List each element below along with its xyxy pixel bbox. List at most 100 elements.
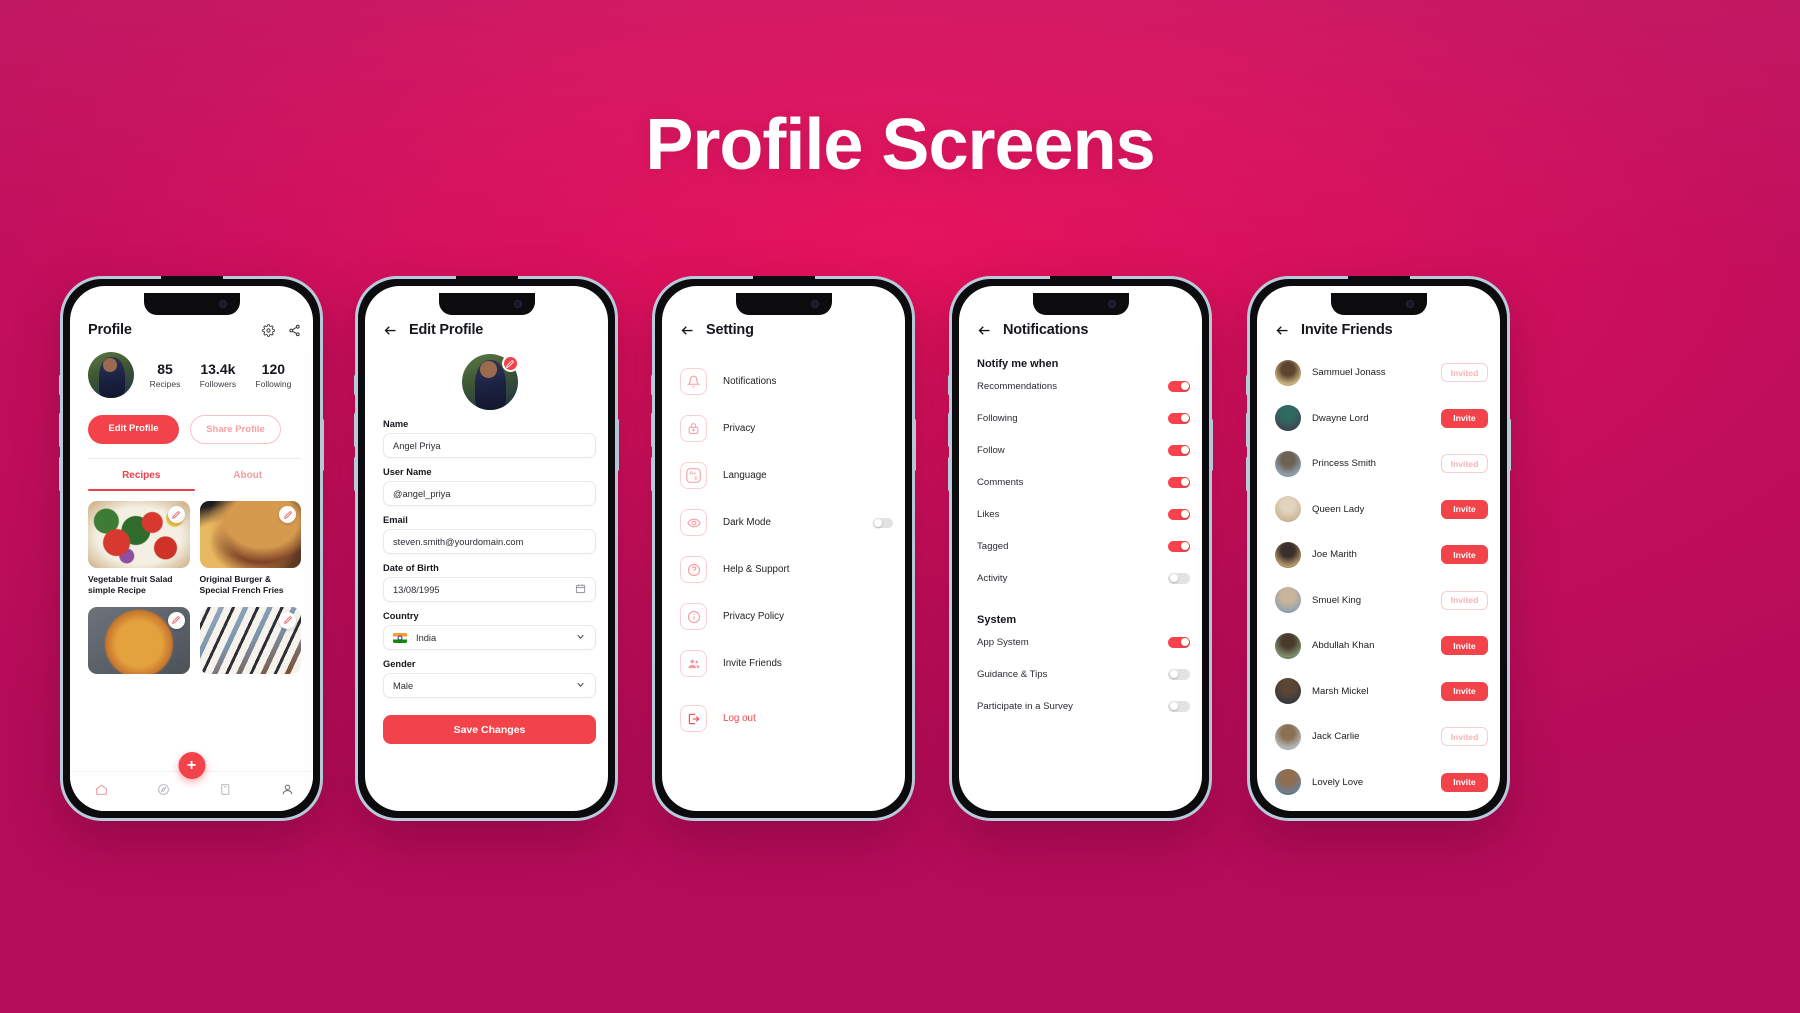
invite-button[interactable]: Invited bbox=[1441, 363, 1488, 383]
avatar bbox=[1275, 450, 1301, 477]
phone-screen-edit-profile: Edit Profile Name Angel Priya User Name … bbox=[365, 286, 608, 811]
tab-about[interactable]: About bbox=[195, 459, 302, 489]
share-icon[interactable] bbox=[288, 324, 301, 337]
stat-followers[interactable]: 13.4k Followers bbox=[200, 361, 236, 389]
avatar bbox=[1275, 723, 1301, 750]
toggle-knob bbox=[1180, 542, 1189, 550]
calendar-icon[interactable] bbox=[575, 583, 586, 596]
edit-profile-button[interactable]: Edit Profile bbox=[88, 415, 179, 444]
setting-item-privacy-policy[interactable]: Privacy Policy bbox=[680, 593, 893, 640]
invite-button[interactable]: Invited bbox=[1441, 454, 1488, 474]
stat-value: 85 bbox=[157, 361, 173, 377]
setting-label: Privacy bbox=[723, 423, 756, 434]
stat-following[interactable]: 120 Following bbox=[255, 361, 291, 389]
dob-field[interactable]: 13/08/1995 bbox=[383, 577, 596, 602]
volume-up-button bbox=[59, 413, 62, 447]
notch bbox=[1330, 293, 1427, 315]
gender-select[interactable]: Male bbox=[383, 673, 596, 698]
add-recipe-button[interactable]: + bbox=[178, 752, 205, 779]
email-field[interactable]: steven.smith@yourdomain.com bbox=[383, 529, 596, 554]
back-arrow-icon[interactable] bbox=[977, 323, 992, 338]
compass-icon[interactable] bbox=[157, 783, 170, 801]
survey-toggle[interactable] bbox=[1168, 700, 1190, 712]
volume-down-button bbox=[948, 457, 951, 491]
share-profile-button[interactable]: Share Profile bbox=[190, 415, 281, 444]
invite-button[interactable]: Invite bbox=[1441, 499, 1488, 519]
page-title-profile: Profile bbox=[88, 322, 132, 338]
recipe-card[interactable]: Original Burger & Special French Fries bbox=[199, 501, 301, 597]
notch bbox=[1032, 293, 1129, 315]
name-field[interactable]: Angel Priya bbox=[383, 433, 596, 458]
recipe-card[interactable] bbox=[199, 606, 301, 674]
back-arrow-icon[interactable] bbox=[1275, 323, 1290, 338]
invite-button[interactable]: Invite bbox=[1441, 408, 1488, 428]
setting-item-dark-mode[interactable]: Dark Mode bbox=[680, 499, 893, 546]
phone-top-bump bbox=[1049, 276, 1112, 283]
setting-item-invite-friends[interactable]: Invite Friends bbox=[680, 640, 893, 687]
friend-row: Lovely Love Invite bbox=[1275, 760, 1488, 806]
country-select[interactable]: India bbox=[383, 625, 596, 650]
invite-button[interactable]: Invited bbox=[1441, 727, 1488, 747]
following-toggle[interactable] bbox=[1168, 412, 1190, 424]
question-icon bbox=[680, 556, 707, 583]
name-value: Angel Priya bbox=[393, 440, 441, 451]
setting-item-logout[interactable]: Log out bbox=[680, 695, 893, 742]
back-arrow-icon[interactable] bbox=[680, 323, 695, 338]
edit-icon[interactable] bbox=[279, 611, 296, 629]
invite-button[interactable]: Invite bbox=[1441, 681, 1488, 701]
front-camera-icon bbox=[810, 300, 819, 308]
book-icon[interactable] bbox=[219, 783, 232, 801]
tab-recipes[interactable]: Recipes bbox=[88, 459, 195, 489]
home-icon[interactable] bbox=[95, 783, 108, 801]
edit-avatar-icon[interactable] bbox=[501, 355, 519, 372]
chevron-down-icon[interactable] bbox=[575, 631, 586, 644]
setting-item-privacy[interactable]: Privacy bbox=[680, 405, 893, 452]
recommendations-toggle[interactable] bbox=[1168, 380, 1190, 392]
username-field[interactable]: @angel_priya bbox=[383, 481, 596, 506]
invite-button[interactable]: Invite bbox=[1441, 772, 1488, 792]
toggle-knob bbox=[1169, 670, 1178, 678]
dark-mode-toggle[interactable] bbox=[873, 517, 893, 528]
info-icon bbox=[680, 603, 707, 630]
volume-up-button bbox=[1246, 413, 1249, 447]
activity-toggle[interactable] bbox=[1168, 572, 1190, 584]
setting-label: Privacy Policy bbox=[723, 611, 784, 622]
edit-icon[interactable] bbox=[167, 506, 185, 523]
avatar bbox=[1275, 359, 1301, 386]
friend-row: Princess Smith Invited bbox=[1275, 441, 1488, 487]
label-username: User Name bbox=[383, 467, 432, 477]
invite-button[interactable]: Invite bbox=[1441, 545, 1488, 565]
toggle-knob bbox=[1180, 414, 1189, 422]
edit-icon[interactable] bbox=[279, 506, 296, 523]
back-arrow-icon[interactable] bbox=[383, 323, 398, 338]
edit-icon[interactable] bbox=[167, 611, 185, 629]
app-system-toggle[interactable] bbox=[1168, 636, 1190, 648]
follow-toggle[interactable] bbox=[1168, 444, 1190, 456]
comments-toggle[interactable] bbox=[1168, 476, 1190, 488]
friend-row: Sammuel Jonass Invited bbox=[1275, 350, 1488, 396]
guidance-tips-toggle[interactable] bbox=[1168, 668, 1190, 680]
invite-button[interactable]: Invite bbox=[1441, 636, 1488, 656]
friends-list: Sammuel Jonass Invited Dwayne Lord Invit… bbox=[1275, 350, 1488, 805]
toggle-knob bbox=[1180, 510, 1189, 518]
gear-icon[interactable] bbox=[262, 323, 275, 337]
page-title-notifications: Notifications bbox=[1003, 322, 1089, 338]
user-icon[interactable] bbox=[281, 783, 294, 801]
row-label: Tagged bbox=[977, 540, 1009, 552]
phone-top-bump bbox=[1347, 276, 1410, 283]
invite-button[interactable]: Invited bbox=[1441, 590, 1488, 610]
recipe-card[interactable]: Vegetable fruit Salad simple Recipe bbox=[88, 501, 190, 597]
avatar[interactable] bbox=[461, 354, 519, 410]
save-changes-button[interactable]: Save Changes bbox=[383, 715, 596, 744]
dob-value: 13/08/1995 bbox=[393, 584, 440, 595]
likes-toggle[interactable] bbox=[1168, 508, 1190, 520]
chevron-down-icon[interactable] bbox=[575, 679, 586, 692]
india-flag-icon bbox=[393, 632, 407, 643]
tagged-toggle[interactable] bbox=[1168, 540, 1190, 552]
recipe-card[interactable] bbox=[88, 606, 190, 674]
setting-item-notifications[interactable]: Notifications bbox=[680, 358, 893, 405]
friend-row: Jack Carlie Invited bbox=[1275, 714, 1488, 760]
setting-item-help-support[interactable]: Help & Support bbox=[680, 546, 893, 593]
setting-item-language[interactable]: A अ Language bbox=[680, 452, 893, 499]
recipe-grid: Vegetable fruit Salad simple Recipe Orig… bbox=[88, 501, 301, 674]
